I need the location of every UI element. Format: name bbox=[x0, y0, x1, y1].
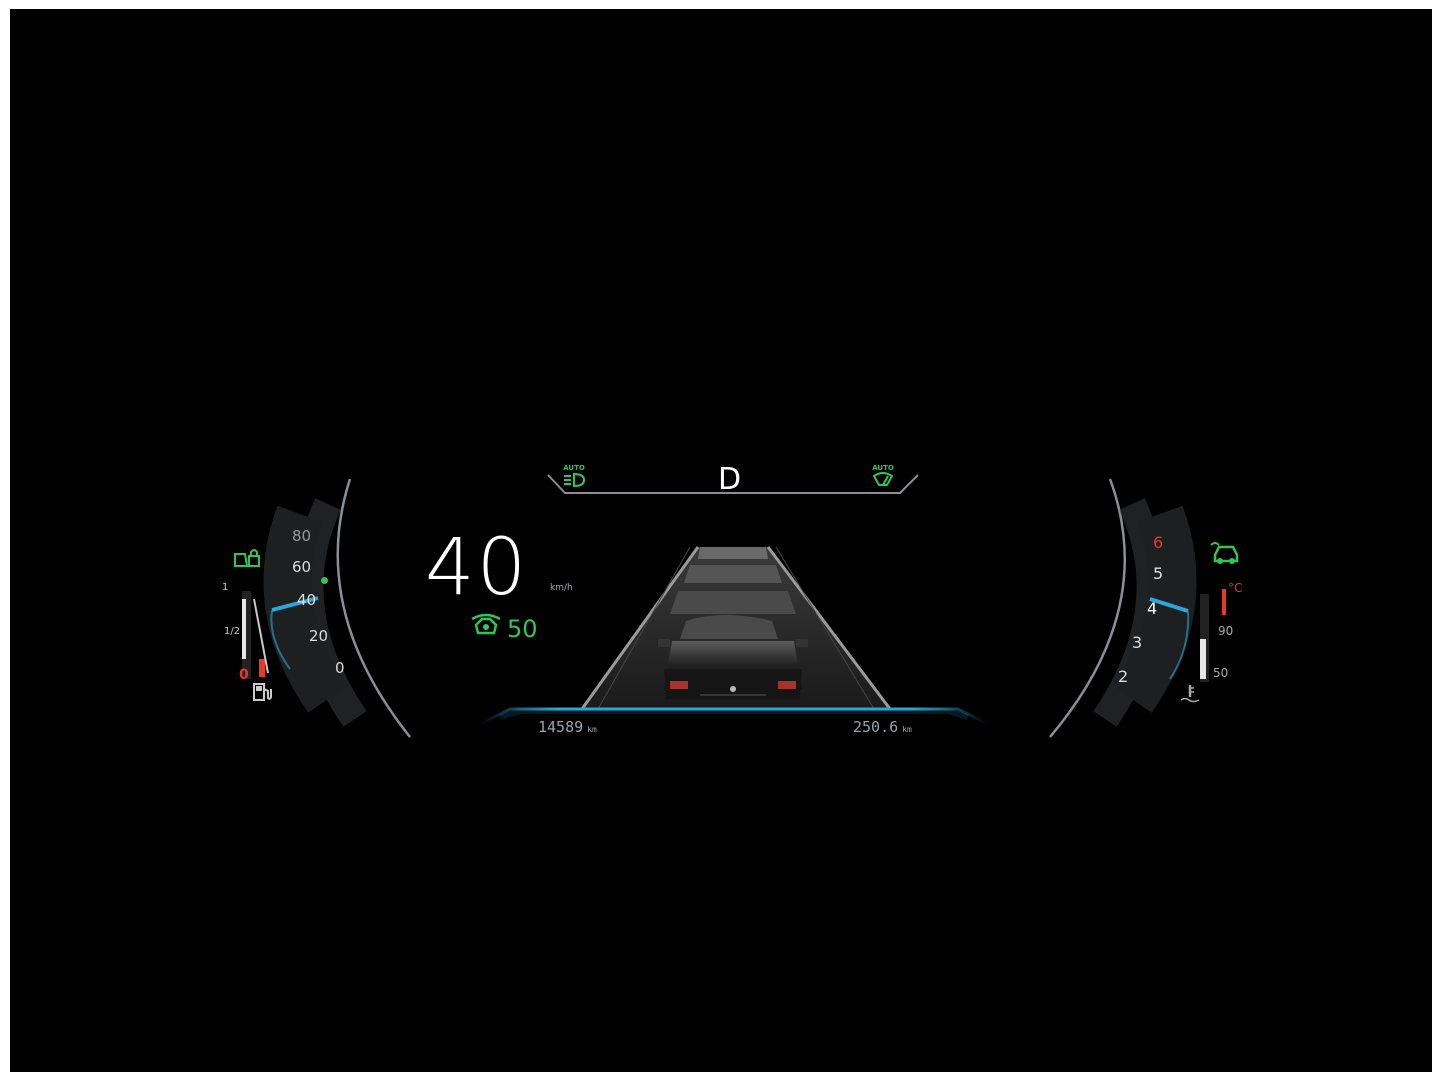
auto-headlamp-label: AUTO bbox=[563, 464, 585, 472]
auto-wiper-label: AUTO bbox=[872, 464, 894, 472]
range-value: 250.6 bbox=[853, 718, 899, 736]
door-lock-icon bbox=[234, 549, 260, 567]
fuel-gauge-red bbox=[259, 659, 265, 677]
range-unit: km bbox=[902, 725, 912, 734]
coolant-gauge-red bbox=[1222, 589, 1226, 615]
auto-headlamp-indicator: AUTO bbox=[562, 464, 586, 492]
rpm-tick-current: 4 bbox=[1147, 599, 1158, 618]
odometer-value: 14589 bbox=[538, 718, 584, 736]
fuel-label-full: 1 bbox=[222, 582, 229, 593]
speed-limit-value: 50 bbox=[507, 615, 538, 643]
gear-indicator: D bbox=[718, 462, 742, 497]
speed-tick: 0 bbox=[335, 659, 345, 677]
rpm-tick: 3 bbox=[1132, 633, 1143, 652]
fuel-gauge-white bbox=[242, 599, 246, 659]
fuel-label-empty: 0 bbox=[239, 667, 249, 683]
auto-wiper-icon bbox=[872, 472, 894, 486]
auto-wiper-indicator: AUTO bbox=[871, 464, 895, 492]
fuel-pump-icon bbox=[253, 683, 272, 701]
range: 250.6 km bbox=[853, 718, 912, 736]
coolant-unit: °C bbox=[1228, 581, 1243, 595]
speed-target-marker bbox=[321, 577, 328, 584]
cruise-control-icon bbox=[471, 613, 501, 635]
traction-control-icon bbox=[1210, 542, 1239, 564]
coolant-gauge-white bbox=[1200, 639, 1206, 679]
coolant-label-low: 50 bbox=[1213, 666, 1229, 680]
speed-tick: 80 bbox=[292, 527, 312, 545]
auto-headlamp-icon bbox=[564, 472, 586, 488]
rpm-tick: 5 bbox=[1153, 564, 1164, 583]
coolant-label-high: 90 bbox=[1218, 624, 1234, 638]
fuel-label-half: 1/2 bbox=[224, 626, 241, 637]
coolant-temp-icon bbox=[1180, 685, 1200, 703]
speed-tick: 20 bbox=[309, 627, 329, 645]
odometer-unit: km bbox=[587, 725, 597, 734]
speed-unit: km/h bbox=[550, 583, 573, 593]
rpm-tick: 2 bbox=[1118, 667, 1129, 686]
instrument-cluster-screen: AUTO D AUTO 1 1/2 0 0 20 40 60 80 40 km/ bbox=[10, 9, 1432, 1072]
rpm-tick-redline: 6 bbox=[1153, 533, 1164, 552]
odometer: 14589 km bbox=[538, 718, 597, 736]
speed-tick-current: 40 bbox=[297, 591, 317, 609]
speed-tick: 60 bbox=[292, 558, 312, 576]
speed-value: 40 bbox=[425, 523, 529, 613]
